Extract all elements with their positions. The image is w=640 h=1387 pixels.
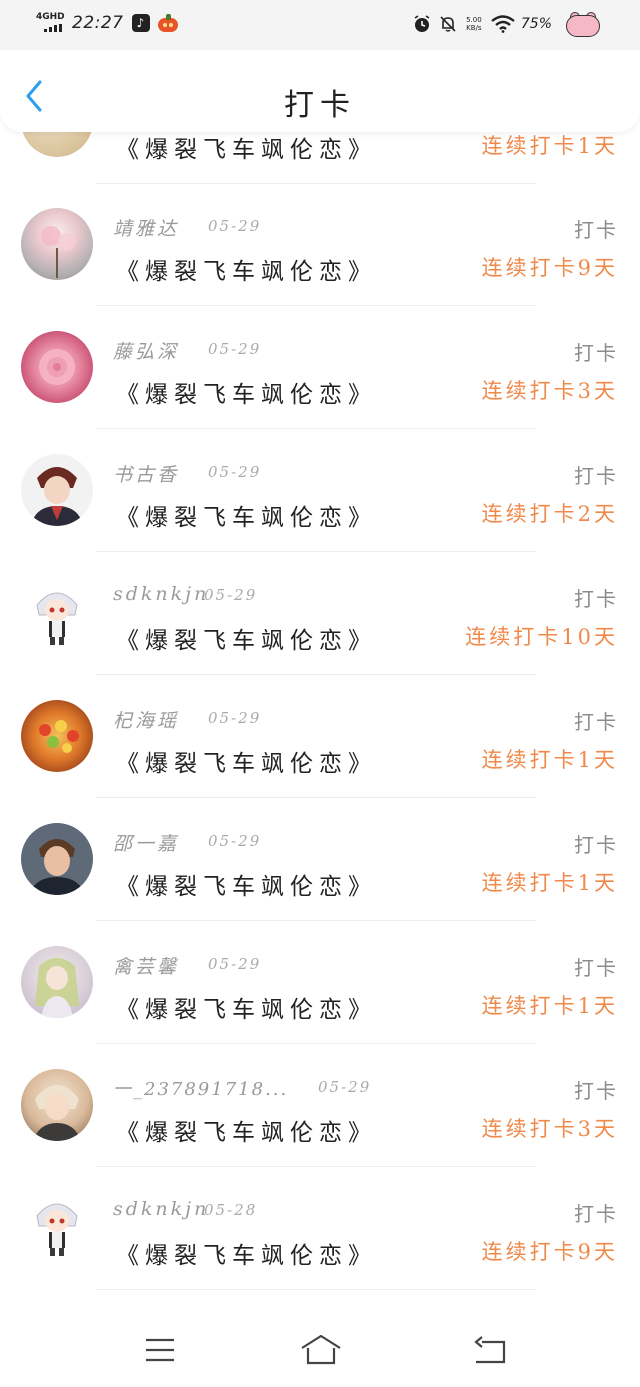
user-name[interactable]: 一_237891718... (113, 1075, 288, 1101)
list-item[interactable]: 靖雅达 05-29 打卡 《爆裂飞车飒伦恋》 连续打卡9天 (0, 184, 640, 306)
book-title: 《爆裂飞车飒伦恋》 (116, 874, 377, 900)
home-icon[interactable] (300, 1334, 342, 1366)
divider (96, 920, 536, 921)
user-name[interactable]: 禽芸馨 (113, 952, 179, 979)
man-portrait-avatar[interactable] (21, 823, 93, 895)
post-date: 05-28 (204, 1201, 258, 1219)
tiktok-icon: ♪ (131, 14, 150, 32)
back-nav-icon[interactable] (472, 1336, 506, 1364)
divider (96, 305, 536, 306)
battery-level: 75% (520, 16, 552, 32)
bell-off-icon (439, 15, 457, 33)
checkin-list: 《爆裂飞车飒伦恋》 连续打卡1天 靖雅达 05-29 打卡 《爆裂飞车飒伦恋》 … (0, 0, 640, 1387)
action-label: 打卡 (574, 218, 618, 242)
action-label: 打卡 (574, 1079, 618, 1103)
streak-label: 连续打卡9天 (481, 256, 618, 280)
list-item[interactable]: sdknkjn 05-28 打卡 《爆裂飞车飒伦恋》 连续打卡9天 (0, 1168, 640, 1290)
list-item[interactable]: 禽芸馨 05-29 打卡 《爆裂飞车飒伦恋》 连续打卡1天 (0, 922, 640, 1044)
top-app-bar: 打卡 (0, 50, 640, 132)
streak-label: 连续打卡3天 (481, 379, 618, 403)
net-speed: 5.00 KB/s (466, 16, 482, 32)
pink-rose-avatar[interactable] (21, 331, 93, 403)
streak-label: 连续打卡9天 (481, 1240, 618, 1264)
book-title: 《爆裂飞车飒伦恋》 (116, 1120, 377, 1146)
post-date: 05-29 (318, 1078, 372, 1096)
divider (96, 1043, 536, 1044)
wifi-icon (491, 15, 515, 33)
streak-label: 连续打卡10天 (465, 625, 618, 649)
divider (96, 428, 536, 429)
book-title: 《爆裂飞车飒伦恋》 (116, 382, 377, 408)
divider (96, 1166, 536, 1167)
book-title: 《爆裂飞车飒伦恋》 (116, 137, 377, 163)
post-date: 05-29 (208, 463, 262, 481)
book-title: 《爆裂飞车飒伦恋》 (116, 1243, 377, 1269)
action-label: 打卡 (574, 956, 618, 980)
signal-icon: 4GHD (36, 12, 68, 34)
post-date: 05-29 (208, 217, 262, 235)
streak-label: 连续打卡1天 (481, 134, 618, 158)
blossom-avatar[interactable] (21, 208, 93, 280)
status-bar: 4GHD 22:27 ♪ 5.00 KB/s 75% (0, 0, 640, 50)
user-name[interactable]: 邵一嘉 (113, 829, 179, 856)
user-name[interactable]: 杞海瑶 (113, 706, 179, 733)
network-type: 4GHD (36, 12, 65, 22)
pumpkin-app-icon (157, 14, 178, 32)
system-nav-bar (0, 1312, 640, 1387)
streak-label: 连续打卡3天 (481, 1117, 618, 1141)
list-item[interactable]: 书古香 05-29 打卡 《爆裂飞车飒伦恋》 连续打卡2天 (0, 430, 640, 552)
list-item[interactable]: 一_237891718... 05-29 打卡 《爆裂飞车飒伦恋》 连续打卡3天 (0, 1045, 640, 1167)
list-item[interactable]: 邵一嘉 05-29 打卡 《爆裂飞车飒伦恋》 连续打卡1天 (0, 799, 640, 921)
page-title: 打卡 (284, 88, 356, 123)
streak-label: 连续打卡1天 (481, 748, 618, 772)
anime-man-avatar[interactable] (21, 454, 93, 526)
action-label: 打卡 (574, 341, 618, 365)
chibi-white-hair-avatar[interactable] (21, 1188, 93, 1260)
book-title: 《爆裂飞车飒伦恋》 (116, 259, 377, 285)
book-title: 《爆裂飞车飒伦恋》 (116, 628, 377, 654)
action-label: 打卡 (574, 1202, 618, 1226)
streak-label: 连续打卡1天 (481, 994, 618, 1018)
user-name[interactable]: 藤弘深 (113, 337, 179, 364)
pig-icon (566, 12, 600, 37)
post-date: 05-29 (204, 586, 258, 604)
flower-basket-avatar[interactable] (21, 700, 93, 772)
action-label: 打卡 (574, 710, 618, 734)
book-title: 《爆裂飞车飒伦恋》 (116, 751, 377, 777)
list-item[interactable]: 杞海瑶 05-29 打卡 《爆裂飞车飒伦恋》 连续打卡1天 (0, 676, 640, 798)
book-title: 《爆裂飞车飒伦恋》 (116, 997, 377, 1023)
action-label: 打卡 (574, 464, 618, 488)
chibi-white-hair-avatar[interactable] (21, 577, 93, 649)
clock: 22:27 (72, 13, 124, 33)
post-date: 05-29 (208, 832, 262, 850)
anime-boy-avatar[interactable] (21, 1069, 93, 1141)
divider (96, 674, 536, 675)
streak-label: 连续打卡2天 (481, 502, 618, 526)
user-name[interactable]: sdknkjn (113, 583, 209, 605)
anime-girl-avatar[interactable] (21, 946, 93, 1018)
alarm-icon (413, 15, 431, 33)
post-date: 05-29 (208, 709, 262, 727)
streak-label: 连续打卡1天 (481, 871, 618, 895)
user-name[interactable]: 靖雅达 (113, 214, 179, 241)
user-name[interactable]: sdknkjn (113, 1198, 209, 1220)
user-name[interactable]: 书古香 (113, 460, 179, 487)
book-title: 《爆裂飞车飒伦恋》 (116, 505, 377, 531)
divider (96, 797, 536, 798)
menu-icon[interactable] (145, 1338, 175, 1362)
divider (96, 551, 536, 552)
list-item[interactable]: 藤弘深 05-29 打卡 《爆裂飞车飒伦恋》 连续打卡3天 (0, 307, 640, 429)
post-date: 05-29 (208, 955, 262, 973)
list-item[interactable]: sdknkjn 05-29 打卡 《爆裂飞车飒伦恋》 连续打卡10天 (0, 553, 640, 675)
action-label: 打卡 (574, 833, 618, 857)
divider (96, 1289, 536, 1290)
action-label: 打卡 (574, 587, 618, 611)
post-date: 05-29 (208, 340, 262, 358)
